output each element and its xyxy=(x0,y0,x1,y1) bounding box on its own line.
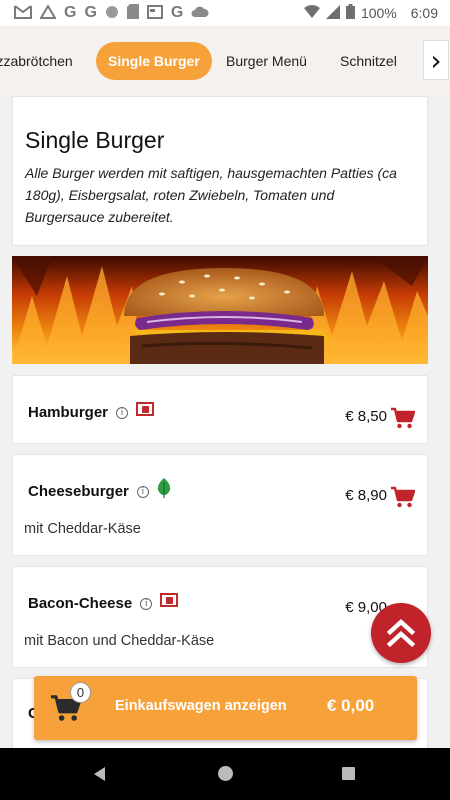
add-to-cart-icon[interactable] xyxy=(391,486,415,508)
item-price: € 8,50 xyxy=(345,408,387,425)
cart-count-badge: 0 xyxy=(70,682,91,703)
item-name-row: Bacon-Cheese i xyxy=(28,592,179,612)
info-icon[interactable]: i xyxy=(136,485,149,498)
sd-card-icon xyxy=(126,4,139,22)
google-icon: G xyxy=(84,4,97,21)
view-cart-button[interactable]: 0 Einkaufswagen anzeigen € 0,00 xyxy=(34,676,417,740)
system-indicators: 100% 6:09 xyxy=(303,4,438,22)
category-nav: Pizzabrötchen Single Burger Burger Menü … xyxy=(0,26,450,94)
battery-percent: 100% xyxy=(360,5,397,21)
google-icon: G xyxy=(170,4,184,21)
cart-total: € 0,00 xyxy=(327,696,375,715)
item-description: mit Cheddar-Käse xyxy=(24,521,141,537)
signal-icon xyxy=(325,4,340,22)
tab-burger-menu[interactable]: Burger Menü xyxy=(226,42,307,80)
info-icon[interactable]: i xyxy=(140,597,153,610)
section-header: Single Burger Alle Burger werden mit saf… xyxy=(12,96,428,246)
add-to-cart-icon[interactable] xyxy=(391,407,415,429)
menu-item-cheeseburger[interactable]: Cheeseburger i € 8,90 mit Cheddar-Käse xyxy=(12,454,428,556)
item-name: Cheeseburger xyxy=(28,483,129,500)
news-icon xyxy=(146,4,163,22)
burger-banner-image xyxy=(12,256,428,364)
item-name: Hamburger xyxy=(28,404,109,421)
notification-icons: G G G xyxy=(14,3,304,22)
chevron-right-icon[interactable]: › xyxy=(423,40,449,80)
menu-item-bacon-cheese[interactable]: Bacon-Cheese i € 9,00 mit Bacon und Ched… xyxy=(12,566,428,668)
item-price: € 8,90 xyxy=(345,487,387,504)
system-navigation-bar xyxy=(0,748,450,800)
status-bar: G G G 100% 6:09 xyxy=(0,0,450,26)
menu-item-hamburger[interactable]: Hamburger i € 8,50 xyxy=(12,375,428,444)
home-icon[interactable] xyxy=(218,766,233,781)
google-icon: G xyxy=(64,4,77,21)
double-chevron-up-icon xyxy=(386,618,416,648)
back-icon[interactable] xyxy=(94,767,105,781)
item-description: mit Bacon und Cheddar-Käse xyxy=(24,633,215,649)
section-title: Single Burger xyxy=(25,127,165,153)
allergen-flag-icon xyxy=(136,401,155,416)
scroll-to-top-button[interactable] xyxy=(371,603,431,663)
item-name: Bacon-Cheese xyxy=(28,595,133,612)
cart-label: Einkaufswagen anzeigen xyxy=(115,698,287,714)
vegetarian-leaf-icon xyxy=(157,477,170,498)
category-tabs: Pizzabrötchen Single Burger Burger Menü … xyxy=(0,42,450,80)
cloud-icon xyxy=(191,5,209,21)
tab-pizzabroetchen[interactable]: Pizzabrötchen xyxy=(0,42,73,80)
battery-icon xyxy=(345,4,355,22)
drive-icon xyxy=(39,3,57,22)
recent-apps-icon[interactable] xyxy=(342,767,355,780)
info-icon[interactable]: i xyxy=(116,406,129,419)
tab-single-burger[interactable]: Single Burger xyxy=(96,42,212,80)
circle-icon xyxy=(105,5,119,22)
item-name-row: Cheeseburger i xyxy=(28,477,171,500)
wifi-icon xyxy=(303,5,320,21)
section-description: Alle Burger werden mit saftigen, hausgem… xyxy=(25,165,397,225)
item-name-row: Hamburger i xyxy=(28,401,155,421)
allergen-flag-icon xyxy=(160,592,179,607)
gmail-icon xyxy=(14,4,32,22)
clock: 6:09 xyxy=(410,5,438,21)
tab-schnitzel[interactable]: Schnitzel xyxy=(340,42,397,80)
